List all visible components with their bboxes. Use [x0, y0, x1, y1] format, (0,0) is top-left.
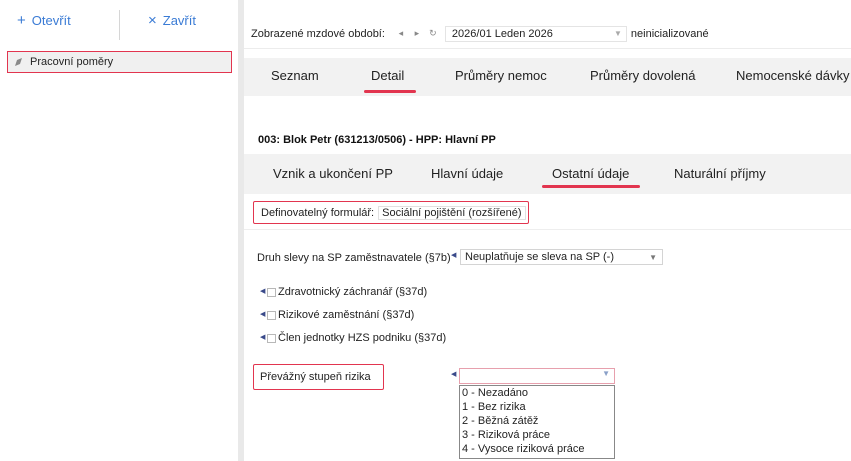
discount-value: Neuplatňuje se sleva na SP (-): [465, 251, 614, 263]
checkbox-label: Zdravotnický záchranář (§37d): [278, 286, 428, 298]
list-item[interactable]: 3 - Riziková práce: [462, 428, 614, 442]
tab-nemocenske-davky[interactable]: Nemocenské dávky: [736, 68, 849, 83]
discount-label: Druh slevy na SP zaměstnavatele (§7b): [257, 252, 451, 264]
open-button-label: Otevřít: [31, 13, 71, 28]
chevron-down-icon: ▼: [602, 369, 610, 378]
checkbox-label: Rizikové zaměstnání (§37d): [278, 309, 415, 321]
chevron-down-icon: ▼: [614, 28, 622, 38]
checkbox[interactable]: [267, 287, 276, 297]
plus-icon: +: [17, 12, 26, 29]
divider: [244, 229, 851, 230]
form-area: Definovatelný formulář: Sociální pojiště…: [244, 198, 851, 461]
checkbox-rizikove-zamestnani[interactable]: ◀ Rizikové zaměstnání (§37d): [260, 309, 414, 321]
employee-header: 003: Blok Petr (631213/0506) - HPP: Hlav…: [258, 134, 496, 146]
tab-vznik-a-ukonceni[interactable]: Vznik a ukončení PP: [273, 166, 393, 181]
definable-form-label: Definovatelný formulář:: [261, 206, 375, 219]
definable-form-field: Definovatelný formulář: Sociální pojiště…: [253, 201, 529, 224]
risk-select[interactable]: ▼: [459, 368, 615, 384]
main-tabs: Seznam Detail Průměry nemoc Průměry dovo…: [244, 58, 851, 96]
tab-ostatni-udaje[interactable]: Ostatní údaje: [552, 166, 629, 181]
tab-prumery-nemoc[interactable]: Průměry nemoc: [455, 68, 547, 83]
tab-prumery-dovolena[interactable]: Průměry dovolená: [590, 68, 696, 83]
checkbox-label: Člen jednotky HZS podniku (§37d): [278, 332, 447, 344]
toolbar-separator: [119, 10, 120, 40]
triangle-left-icon[interactable]: ◀: [451, 370, 458, 380]
close-button[interactable]: × Zavřít: [148, 13, 196, 28]
refresh-icon[interactable]: ↻: [425, 28, 441, 39]
period-label: Zobrazené mzdové období:: [251, 27, 385, 40]
selected-subtab-indicator: [542, 185, 640, 188]
period-select[interactable]: 2026/01 Leden 2026 ▼: [444, 25, 627, 42]
open-button[interactable]: + Otevřít: [17, 13, 71, 28]
pencil-icon: [15, 58, 22, 66]
close-icon: ×: [148, 12, 157, 29]
risk-label: Převážný stupeň rizika: [260, 371, 371, 383]
list-item[interactable]: 1 - Bez rizika: [462, 400, 614, 414]
sidebar-item-label: Pracovní poměry: [30, 56, 114, 68]
discount-select[interactable]: Neuplatňuje se sleva na SP (-) ▼: [460, 249, 663, 265]
close-button-label: Zavřít: [162, 13, 196, 28]
sub-tabs: Vznik a ukončení PP Hlavní údaje Ostatní…: [244, 154, 851, 194]
triangle-left-icon: ◀: [260, 311, 266, 318]
tab-hlavni-udaje[interactable]: Hlavní údaje: [431, 166, 503, 181]
period-status: neinicializované: [630, 27, 709, 40]
next-period-icon[interactable]: ▸: [409, 28, 425, 39]
checkbox[interactable]: [267, 310, 276, 320]
tab-seznam[interactable]: Seznam: [271, 68, 319, 83]
list-item[interactable]: 2 - Běžná zátěž: [462, 414, 614, 428]
prev-period-icon[interactable]: ◂: [393, 28, 409, 39]
checkbox-zdravotnicky-zachranar[interactable]: ◀ Zdravotnický záchranář (§37d): [260, 286, 427, 298]
triangle-left-icon: ◀: [260, 288, 266, 295]
triangle-left-icon: ◀: [260, 334, 266, 341]
period-bar: Zobrazené mzdové období: ◂ ▸ ↻ 2026/01 L…: [244, 19, 851, 49]
chevron-down-icon: ▼: [649, 253, 657, 262]
detail-panel: Zobrazené mzdové období: ◂ ▸ ↻ 2026/01 L…: [244, 0, 851, 461]
risk-dropdown-list: 0 - Nezadáno 1 - Bez rizika 2 - Běžná zá…: [459, 385, 615, 459]
triangle-left-icon[interactable]: ◀: [451, 251, 458, 261]
tab-naturalni-prijmy[interactable]: Naturální příjmy: [674, 166, 766, 181]
tab-detail[interactable]: Detail: [371, 68, 404, 83]
selected-tab-indicator: [364, 90, 416, 93]
list-item[interactable]: 0 - Nezadáno: [462, 386, 614, 400]
risk-field: Převážný stupeň rizika: [253, 364, 384, 390]
definable-form-select[interactable]: Sociální pojištění (rozšířené): [378, 205, 526, 220]
period-value: 2026/01 Leden 2026: [451, 27, 553, 40]
checkbox-clen-jednotky-hzs[interactable]: ◀ Člen jednotky HZS podniku (§37d): [260, 332, 446, 344]
list-item[interactable]: 4 - Vysoce riziková práce: [462, 442, 614, 456]
sidebar-item-pracovni-pomery[interactable]: Pracovní poměry: [7, 51, 232, 73]
left-panel: + Otevřít × Zavřít Pracovní poměry: [0, 0, 236, 461]
checkbox[interactable]: [267, 333, 276, 343]
